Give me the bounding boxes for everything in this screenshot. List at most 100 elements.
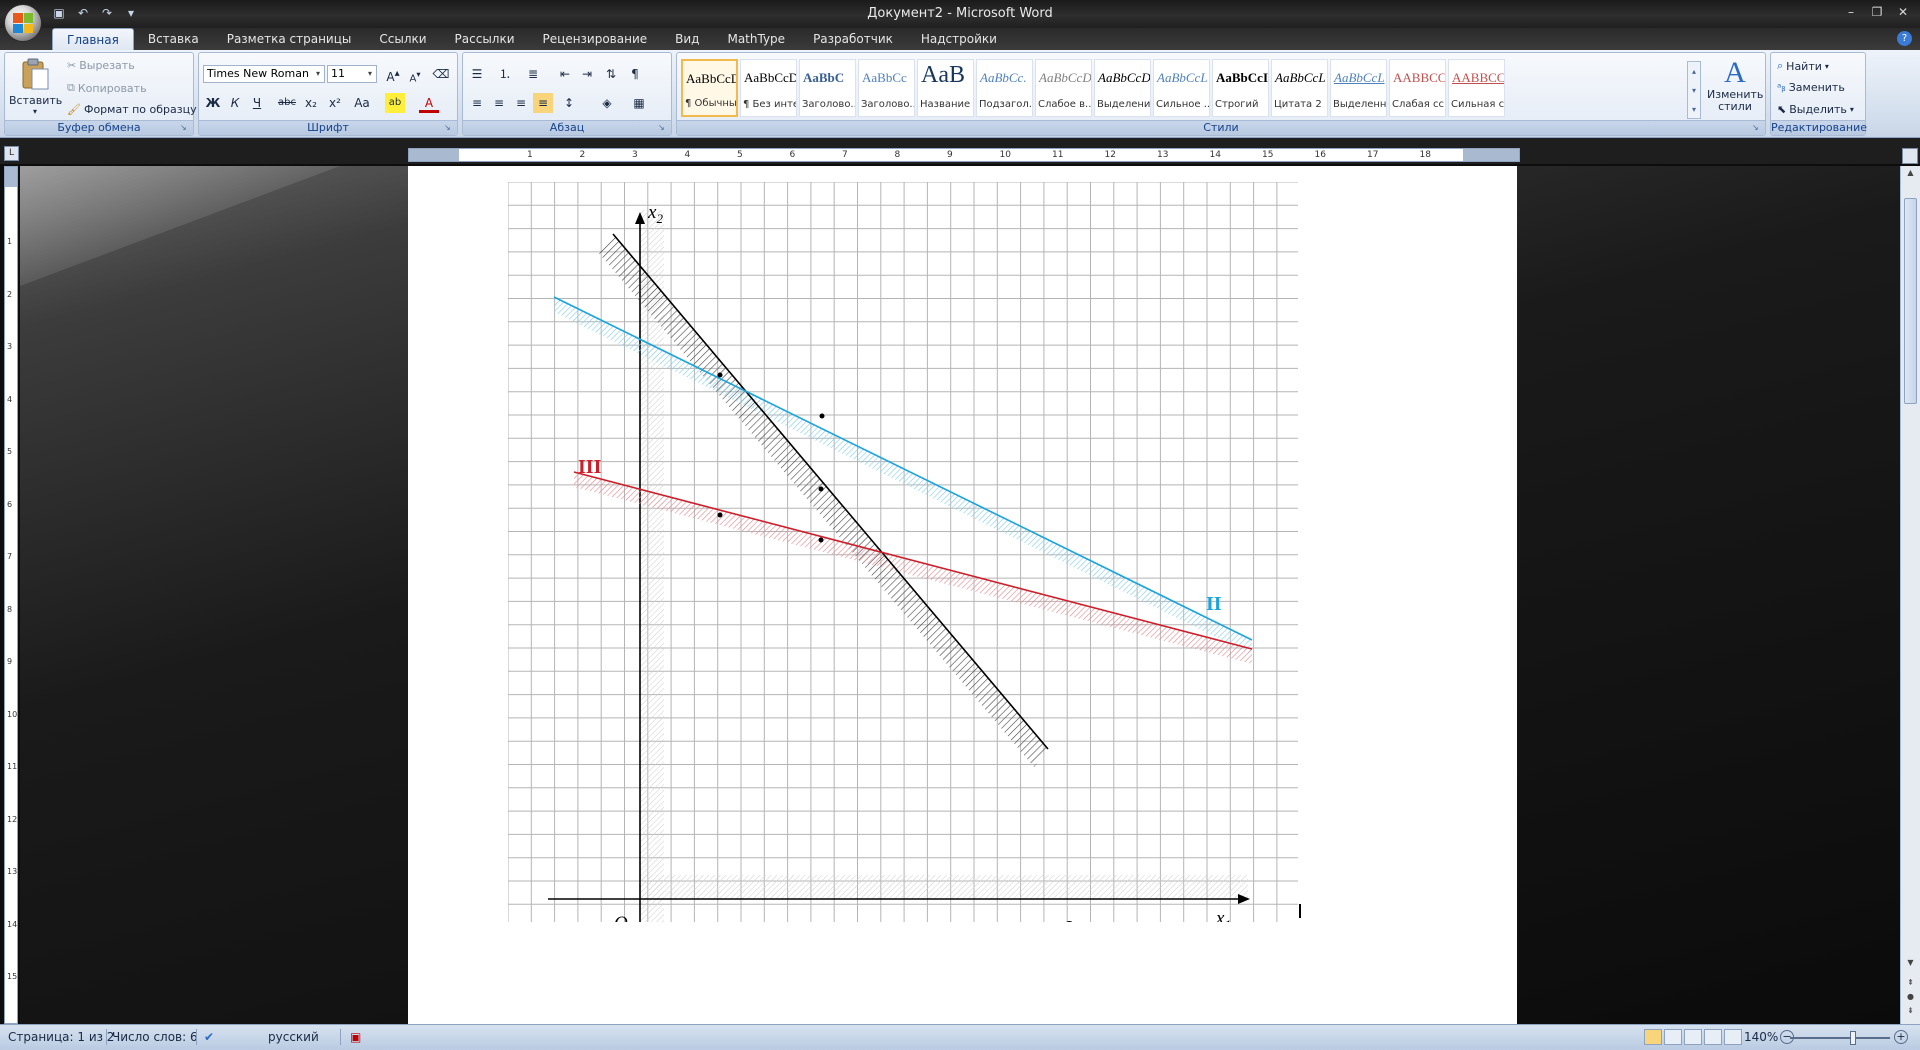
- tab-7[interactable]: Вид: [661, 28, 713, 50]
- vertical-scrollbar[interactable]: ▲ ▼ ⇞ ● ⇟: [1900, 166, 1920, 1024]
- scroll-up-icon[interactable]: ▲: [1904, 168, 1917, 181]
- sort-icon[interactable]: ⇅: [601, 64, 621, 84]
- tab-5[interactable]: Рассылки: [441, 28, 529, 50]
- superscript-button[interactable]: x²: [325, 93, 345, 113]
- print-layout-view-icon[interactable]: [1644, 1029, 1662, 1045]
- multilevel-list-icon[interactable]: ≣: [523, 64, 543, 84]
- font-family-combo[interactable]: Times New Roman ▾: [203, 65, 325, 83]
- style-tile[interactable]: AABBCCI Слабая сс...: [1389, 59, 1446, 117]
- tab-selector-icon[interactable]: L: [4, 146, 19, 161]
- subscript-button[interactable]: x₂: [301, 93, 321, 113]
- bold-button[interactable]: Ж: [203, 93, 223, 113]
- italic-button[interactable]: К: [225, 93, 245, 113]
- word-count[interactable]: Число слов: 6: [112, 1030, 198, 1044]
- align-left-icon[interactable]: ≡: [467, 93, 487, 113]
- tab-1[interactable]: Главная: [52, 28, 134, 50]
- style-tile[interactable]: AaBbCcD ¶ Без инте...: [740, 59, 797, 117]
- ruler-number: 15: [1262, 150, 1274, 160]
- style-tile[interactable]: AaBbCcL Цитата 2: [1271, 59, 1328, 117]
- dialog-launcher-icon[interactable]: ↘: [1752, 123, 1762, 133]
- tab-3[interactable]: Разметка страницы: [213, 28, 366, 50]
- style-tile[interactable]: AaBbCcL Выделенн...: [1330, 59, 1387, 117]
- style-tile[interactable]: AaBbCcI Строгий: [1212, 59, 1269, 117]
- close-icon[interactable]: ✕: [1892, 2, 1914, 22]
- tab-9[interactable]: Разработчик: [799, 28, 907, 50]
- line-spacing-icon[interactable]: ↕: [559, 93, 579, 113]
- underline-button[interactable]: Ч: [247, 93, 267, 113]
- grow-font-button[interactable]: A▴: [383, 64, 403, 84]
- style-tile[interactable]: AaBbCcD ¶ Обычный: [681, 59, 738, 117]
- horizontal-ruler[interactable]: 1 2 3 4 5 6 7 8 9 10 11 12 13 14 15 16 17 18: [408, 148, 1520, 162]
- zoom-in-icon[interactable]: +: [1894, 1030, 1908, 1044]
- shading-icon[interactable]: ◈: [597, 93, 617, 113]
- style-tile[interactable]: AaBbCc Заголово...: [858, 59, 915, 117]
- tab-10[interactable]: Надстройки: [907, 28, 1011, 50]
- dialog-launcher-icon[interactable]: ↘: [444, 123, 454, 133]
- style-tile[interactable]: AaBbCcL Сильное ...: [1153, 59, 1210, 117]
- bullets-icon[interactable]: ☰: [467, 64, 487, 84]
- strikethrough-button[interactable]: abc: [277, 93, 297, 113]
- tab-6[interactable]: Рецензирование: [529, 28, 662, 50]
- replace-button[interactable]: ᵃᵦ Заменить: [1777, 81, 1845, 94]
- decrease-indent-icon[interactable]: ⇤: [555, 64, 575, 84]
- dialog-launcher-icon[interactable]: ↘: [180, 123, 190, 133]
- change-case-button[interactable]: Aa: [349, 93, 375, 113]
- browse-object-icon[interactable]: ●: [1904, 992, 1917, 1005]
- style-tile[interactable]: AABBCC Сильная с...: [1448, 59, 1505, 117]
- outline-view-icon[interactable]: [1704, 1029, 1722, 1045]
- language-indicator[interactable]: русский: [268, 1030, 319, 1044]
- office-button[interactable]: [4, 4, 42, 42]
- restore-icon[interactable]: ❐: [1866, 2, 1888, 22]
- vertical-ruler[interactable]: 1 2 3 4 5 6 7 8 9 10 11 12 13 14 15: [4, 166, 18, 1024]
- align-right-icon[interactable]: ≡: [511, 93, 531, 113]
- group-styles: AaBbCcD¶ ОбычныйAaBbCcD¶ Без инте...AaBb…: [676, 52, 1766, 136]
- font-size-combo[interactable]: 11 ▾: [327, 65, 377, 83]
- macro-record-icon[interactable]: ▣: [350, 1030, 361, 1044]
- style-tile[interactable]: AaBbCcD Слабое в...: [1035, 59, 1092, 117]
- paste-dropdown-icon[interactable]: ▾: [9, 107, 61, 116]
- increase-indent-icon[interactable]: ⇥: [577, 64, 597, 84]
- tab-2[interactable]: Вставка: [134, 28, 213, 50]
- align-center-icon[interactable]: ≡: [489, 93, 509, 113]
- zoom-slider-thumb[interactable]: [1850, 1031, 1856, 1045]
- prev-page-icon[interactable]: ⇞: [1904, 978, 1917, 991]
- show-marks-button[interactable]: ¶: [625, 64, 645, 84]
- cut-button[interactable]: ✂ Вырезать: [67, 59, 135, 72]
- dialog-launcher-icon[interactable]: ↘: [658, 123, 668, 133]
- zoom-level[interactable]: 140%: [1744, 1030, 1778, 1044]
- minimize-icon[interactable]: –: [1840, 2, 1862, 22]
- document-page[interactable]: x2 x1 O I II III: [408, 166, 1517, 1024]
- full-screen-reading-view-icon[interactable]: [1664, 1029, 1682, 1045]
- help-icon[interactable]: ?: [1897, 31, 1912, 46]
- draft-view-icon[interactable]: [1724, 1029, 1742, 1045]
- highlight-button[interactable]: ab: [385, 93, 405, 113]
- style-tile[interactable]: AaBbC Заголово...: [799, 59, 856, 117]
- change-styles-button[interactable]: A Изменить стили: [1707, 57, 1763, 113]
- style-tile[interactable]: AaBbCcD Выделение: [1094, 59, 1151, 117]
- select-button[interactable]: ⬉ Выделить ▾: [1777, 103, 1854, 116]
- borders-icon[interactable]: ▦: [629, 93, 649, 113]
- tab-8[interactable]: MathType: [713, 28, 799, 50]
- style-tile[interactable]: AaB Название: [917, 59, 974, 117]
- web-layout-view-icon[interactable]: [1684, 1029, 1702, 1045]
- copy-button[interactable]: ⧉ Копировать: [67, 81, 147, 95]
- line-1-label: I: [1066, 917, 1073, 922]
- font-color-button[interactable]: A: [419, 93, 439, 113]
- zoom-slider[interactable]: [1790, 1031, 1890, 1045]
- next-page-icon[interactable]: ⇟: [1904, 1006, 1917, 1019]
- styles-scroll[interactable]: ▴ ▾ ▾: [1687, 61, 1701, 119]
- style-tile[interactable]: AaBbCc. Подзагол...: [976, 59, 1033, 117]
- numbering-icon[interactable]: ⒈: [495, 64, 515, 84]
- page-count[interactable]: Страница: 1 из 2: [8, 1030, 114, 1044]
- view-ruler-icon[interactable]: [1902, 148, 1918, 164]
- paste-button[interactable]: Вставить ▾: [9, 57, 62, 119]
- justify-icon[interactable]: ≡: [533, 93, 553, 113]
- tab-4[interactable]: Ссылки: [365, 28, 440, 50]
- scroll-thumb[interactable]: [1904, 198, 1917, 404]
- clear-formatting-icon[interactable]: ⌫: [431, 64, 451, 84]
- find-button[interactable]: ⌕ Найти ▾: [1777, 59, 1829, 73]
- shrink-font-button[interactable]: A▾: [405, 64, 425, 84]
- format-painter-button[interactable]: 🖌 Формат по образцу: [67, 103, 197, 116]
- proofing-icon[interactable]: ✔: [204, 1030, 214, 1044]
- scroll-down-icon[interactable]: ▼: [1904, 958, 1917, 971]
